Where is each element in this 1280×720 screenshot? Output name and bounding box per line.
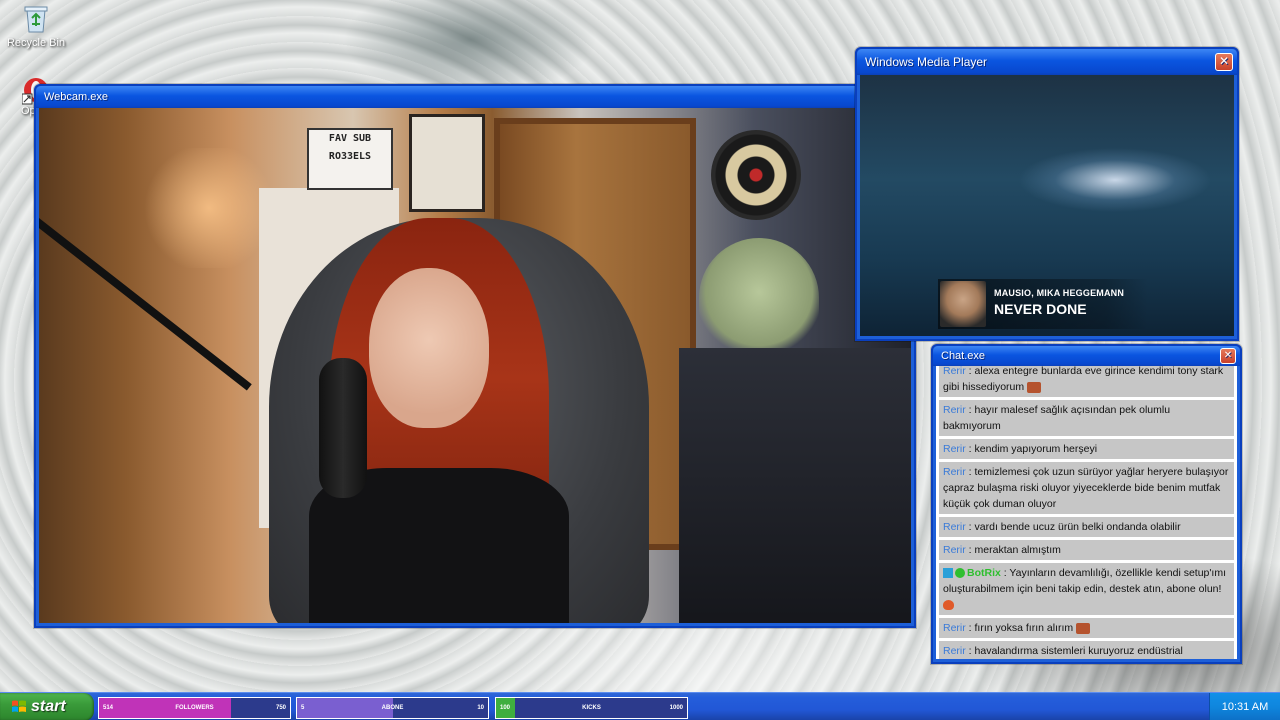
recycle-bin-label: Recycle Bin [6, 37, 66, 49]
chat-message: Rerir : havalandırma sistemleri kuruyoru… [939, 641, 1234, 659]
chat-message: Rerir : hayır malesef sağlık açısından p… [939, 400, 1234, 436]
windows-logo-icon [12, 700, 26, 712]
sign-line-1: FAV SUB [328, 133, 372, 144]
now-playing-title: NEVER DONE [994, 301, 1087, 317]
emote-icon [1027, 381, 1042, 393]
chat-text: meraktan almıştım [974, 544, 1061, 556]
chat-message: Rerir : fırın yoksa fırın alırım [939, 618, 1234, 638]
chat-message: Rerir : meraktan almıştım [939, 540, 1234, 560]
dartboard [711, 130, 801, 220]
chat-message: BotRix : Yayınların devamlılığı, özellik… [939, 563, 1234, 615]
chat-username[interactable]: Rerir [943, 366, 966, 377]
chat-separator: : [965, 466, 975, 478]
start-button[interactable]: start [0, 693, 94, 720]
chat-separator: : [965, 404, 975, 416]
abone-goal-bar: 5 ABONE 10 [296, 697, 489, 719]
heart-emote-icon [943, 600, 954, 611]
followers-goal-bar: 514 FOLLOWERS 750 [98, 697, 291, 719]
sub-sign: FAV SUB RO33ELS [307, 128, 393, 190]
chat-text: havalandırma sistemleri kuruyoruz endüst… [974, 645, 1183, 657]
now-playing-artist: MAUSIO, MIKA HEGGEMANN [994, 288, 1125, 298]
bot-badge-icon [943, 568, 953, 579]
chat-username[interactable]: Rerir [943, 645, 966, 657]
chat-username[interactable]: Rerir [943, 622, 966, 634]
chat-separator: : [965, 622, 975, 634]
followers-label: FOLLOWERS [175, 705, 214, 711]
clock: 10:31 AM [1221, 701, 1269, 713]
sofa [679, 348, 911, 623]
webcam-feed: FAV SUB RO33ELS [39, 108, 911, 623]
chat-window[interactable]: Chat.exe ✕ Rerir : alexa entegre bunlard… [931, 344, 1242, 664]
chat-text: vardı bende ucuz ürün belki ondanda olab… [974, 521, 1181, 533]
media-player-title: Windows Media Player [865, 55, 988, 69]
media-player-titlebar[interactable]: Windows Media Player ✕ [857, 49, 1237, 75]
chat-separator: : [965, 544, 975, 556]
wall-frame [409, 114, 485, 212]
now-playing-card: MAUSIO, MIKA HEGGEMANN NEVER DONE [938, 279, 1148, 329]
kicks-goal-bar: 100 KICKS 1000 [495, 697, 688, 719]
chat-username[interactable]: Rerir [943, 466, 966, 478]
chat-separator: : [965, 645, 975, 657]
kicks-target: 1000 [669, 705, 683, 711]
chat-username[interactable]: Rerir [943, 443, 966, 455]
chat-username[interactable]: BotRix [967, 567, 1001, 579]
chat-username[interactable]: Rerir [943, 544, 966, 556]
album-art [940, 281, 986, 327]
kicks-label: KICKS [582, 705, 601, 711]
chat-separator: : [965, 521, 975, 533]
chat-text: temizlemesi çok uzun sürüyor yağlar hery… [943, 466, 1229, 510]
chat-close-button[interactable]: ✕ [1220, 348, 1236, 364]
chat-window-title: Chat.exe [941, 350, 986, 362]
desktop: Recycle Bin Op Webcam.exe FAV SUB RO33EL… [0, 0, 1280, 720]
chat-separator: : [965, 366, 975, 377]
chat-message: Rerir : vardı bende ucuz ürün belki onda… [939, 517, 1234, 537]
webcam-scene: FAV SUB RO33ELS [39, 108, 911, 623]
emote-icon [1076, 622, 1091, 634]
plush-toy [699, 238, 819, 358]
close-icon: ✕ [1218, 54, 1230, 68]
chat-message: Rerir : alexa entegre bunlarda eve girin… [939, 366, 1234, 397]
abone-label: ABONE [381, 705, 404, 711]
start-label: start [31, 698, 66, 715]
taskbar: start 514 FOLLOWERS 750 5 ABONE 10 100 K… [0, 692, 1280, 720]
chat-titlebar[interactable]: Chat.exe ✕ [933, 346, 1240, 366]
chat-message: Rerir : kendim yapıyorum herşeyi [939, 439, 1234, 459]
close-icon: ✕ [1223, 350, 1233, 361]
sign-line-2: RO33ELS [328, 151, 372, 162]
streamer [249, 208, 629, 623]
recycle-bin-icon [24, 6, 48, 33]
chat-message: Rerir : temizlemesi çok uzun sürüyor yağ… [939, 462, 1234, 514]
system-tray[interactable]: 10:31 AM [1209, 693, 1280, 720]
webcam-window[interactable]: Webcam.exe FAV SUB RO33ELS [34, 84, 916, 628]
chat-separator: : [965, 443, 975, 455]
webcam-window-title: Webcam.exe [44, 91, 108, 103]
media-player-video: MAUSIO, MIKA HEGGEMANN NEVER DONE [860, 75, 1234, 336]
abone-target: 10 [477, 705, 484, 711]
chat-username[interactable]: Rerir [943, 404, 966, 416]
chat-message-list[interactable]: Rerir : alexa entegre bunlarda eve girin… [939, 366, 1234, 659]
media-player-window[interactable]: Windows Media Player ✕ MAUSIO, MIKA HEGG… [855, 47, 1239, 341]
microphone [319, 358, 367, 498]
chat-username[interactable]: Rerir [943, 521, 966, 533]
chat-text: alexa entegre bunlarda eve girince kendi… [943, 366, 1224, 393]
recycle-bin-shortcut[interactable]: Recycle Bin [1, 4, 71, 49]
verified-check-icon [955, 568, 965, 579]
chat-text: kendim yapıyorum herşeyi [974, 443, 1098, 455]
chat-panel[interactable]: Rerir : alexa entegre bunlarda eve girin… [936, 366, 1237, 659]
webcam-titlebar[interactable]: Webcam.exe [36, 86, 914, 108]
followers-target: 750 [275, 705, 286, 711]
media-player-close-button[interactable]: ✕ [1215, 53, 1233, 71]
chat-text: fırın yoksa fırın alırım [974, 622, 1074, 634]
chat-text: hayır malesef sağlık açısından pek oluml… [943, 404, 1171, 432]
